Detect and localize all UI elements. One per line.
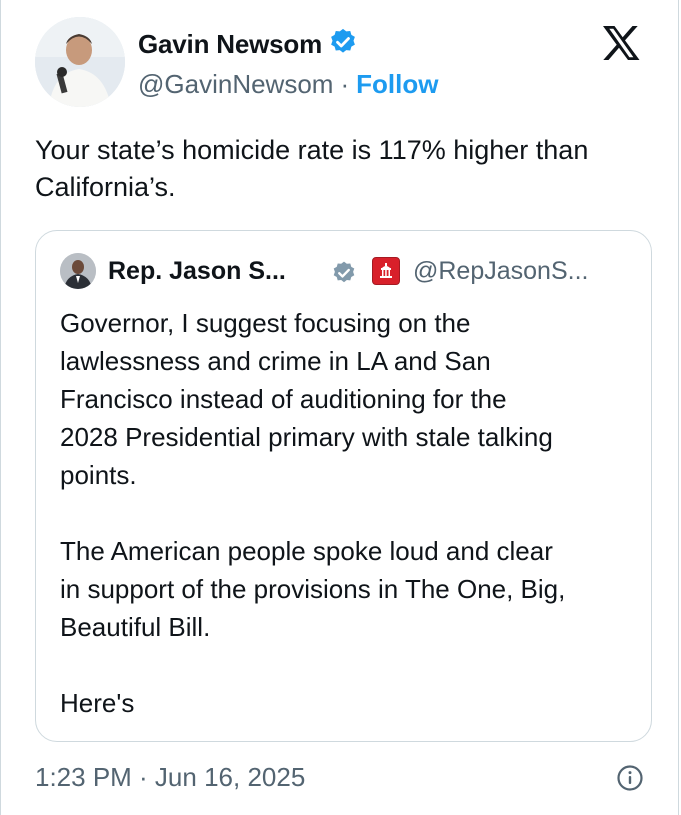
capitol-flag-icon	[372, 257, 400, 285]
quoted-tweet-text: Governor, I suggest focusing on the lawl…	[60, 308, 566, 718]
author-avatar[interactable]	[35, 17, 125, 107]
info-icon[interactable]	[616, 764, 644, 792]
author-name-row: Gavin Newsom	[138, 27, 358, 61]
quoted-author-name[interactable]: Rep. Jason S...	[108, 254, 286, 288]
author-handle[interactable]: @GavinNewsom	[138, 69, 333, 100]
tweet-card: Gavin Newsom @GavinNewsom · Follow Your …	[0, 0, 679, 815]
x-logo-icon[interactable]	[601, 25, 641, 61]
author-handle-row: @GavinNewsom · Follow	[138, 68, 438, 100]
verified-badge-icon	[328, 27, 358, 62]
quoted-tweet[interactable]: Rep. Jason S... @RepJasonS... Governor, …	[35, 230, 652, 742]
author-name[interactable]: Gavin Newsom	[138, 29, 322, 60]
follow-button[interactable]: Follow	[356, 69, 438, 100]
tweet-timestamp[interactable]: 1:23 PM · Jun 16, 2025	[35, 760, 305, 794]
verified-gray-badge-icon	[331, 260, 357, 291]
separator-dot: ·	[340, 68, 350, 99]
tweet-text: Your state’s homicide rate is 117% highe…	[35, 135, 589, 202]
quoted-author-avatar[interactable]	[60, 253, 96, 289]
quoted-author-handle[interactable]: @RepJasonS...	[413, 254, 588, 288]
